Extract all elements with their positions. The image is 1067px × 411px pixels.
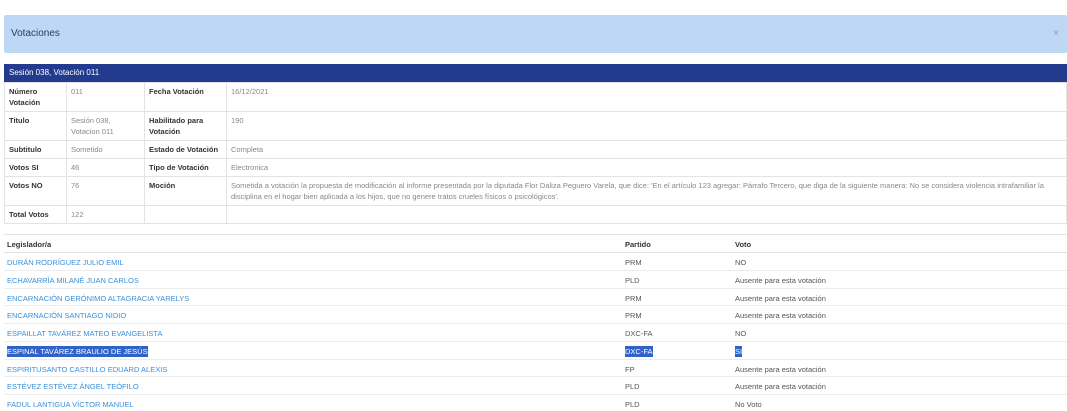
session-title: Sesión 038, Votación 011 [9, 68, 100, 77]
header-legislador[interactable]: Legislador/a [7, 240, 51, 249]
tipo-value: Electronica [226, 158, 1067, 177]
table-row[interactable]: ENCARNACIÓN GERÓNIMO ALTAGRACIA YARELYS P… [4, 289, 1067, 307]
habilitado-label: Habilitado para Votación [144, 111, 227, 141]
party-cell: PRM [625, 311, 642, 321]
numero-value: 011 [66, 82, 145, 112]
table-row[interactable]: ESPAILLAT TAVÁREZ MATEO EVANGELISTA DXC-F… [4, 324, 1067, 342]
party-cell: PLD [625, 275, 640, 285]
close-icon[interactable]: × [1053, 28, 1059, 39]
session-bar: Sesión 038, Votación 011 [4, 64, 1067, 82]
party-cell: DXC-FA [625, 329, 653, 338]
fecha-value: 16/12/2021 [226, 82, 1067, 112]
votos-no-value: 76 [66, 176, 145, 206]
table-row[interactable]: DURÁN RODRÍGUEZ JULIO EMIL PRM NO [4, 253, 1067, 271]
vote-cell: NO [735, 258, 747, 267]
estado-value: Completa [226, 140, 1067, 159]
table-row[interactable]: FADUL LANTIGUA VÍCTOR MANUEL PLD No Voto [4, 395, 1067, 411]
vote-cell: NO [735, 329, 747, 338]
modal-title: Votaciones [11, 28, 60, 39]
legislator-link[interactable]: ESTÉVEZ ESTÉVEZ ÁNGEL TEÓFILO [7, 382, 139, 391]
titulo-value: Sesión 038, Votacion 011 [66, 111, 145, 141]
party-cell: PRM [625, 293, 642, 303]
info-row: Subtitulo Sometido Estado de Votación Co… [4, 140, 1067, 159]
numero-label: Número Votación [4, 82, 67, 112]
legislator-link[interactable]: ECHAVARRÍA MILANÉ JUAN CARLOS [7, 276, 139, 285]
party-cell: FP [625, 364, 635, 374]
legislator-link[interactable]: ESPIRITUSANTO CASTILLO EDUARD ALEXIS [7, 365, 167, 374]
legislator-link[interactable]: FADUL LANTIGUA VÍCTOR MANUEL [7, 400, 134, 409]
party-cell: PLD [625, 382, 640, 392]
party-cell: PRM [625, 258, 642, 267]
votos-no-label: Votos NO [4, 176, 67, 206]
vote-info-table: Número Votación 011 Fecha Votación 16/12… [4, 82, 1067, 224]
vote-cell: Ausente para esta votación [735, 311, 826, 321]
vote-cell: Ausente para esta votación [735, 382, 826, 392]
tipo-label: Tipo de Votación [144, 158, 227, 177]
subtitulo-value: Sometido [66, 140, 145, 159]
table-row[interactable]: ESTÉVEZ ESTÉVEZ ÁNGEL TEÓFILO PLD Ausente … [4, 377, 1067, 395]
table-row[interactable]: ENCARNACIÓN SANTIAGO NIDIO PRM Ausente par… [4, 306, 1067, 324]
party-cell: PLD [625, 400, 640, 409]
votos-si-label: Votos SI [4, 158, 67, 177]
legislator-link[interactable]: ENCARNACIÓN GERÓNIMO ALTAGRACIA YARELYS [7, 294, 189, 303]
legislator-link[interactable]: ESPINAL TAVÁREZ BRAULIO DE JESÚS [7, 345, 148, 357]
table-row[interactable]: ESPINAL TAVÁREZ BRAULIO DE JESÚS DXC-FA SI [4, 342, 1067, 360]
votos-si-value: 46 [66, 158, 145, 177]
empty-cell [226, 205, 1067, 224]
estado-label: Estado de Votación [144, 140, 227, 159]
vote-cell: Ausente para esta votación [735, 275, 826, 285]
info-row: Votos SI 46 Tipo de Votación Electronica [4, 158, 1067, 177]
legislator-link[interactable]: ESPAILLAT TAVÁREZ MATEO EVANGELISTA [7, 329, 162, 338]
mocion-label: Moción [144, 176, 227, 206]
table-row[interactable]: ECHAVARRÍA MILANÉ JUAN CARLOS PLD Ausente … [4, 271, 1067, 289]
info-row: Titulo Sesión 038, Votacion 011 Habilita… [4, 111, 1067, 141]
header-voto[interactable]: Voto [735, 240, 751, 249]
vote-cell: No Voto [735, 400, 762, 409]
mocion-value: Sometida a votación la propuesta de modi… [226, 176, 1067, 206]
votes-table: Legislador/a Partido Voto DURÁN RODRÍGUE… [4, 234, 1067, 411]
total-label: Total Votos [4, 205, 67, 224]
modal-header: Votaciones × [4, 15, 1067, 53]
subtitulo-label: Subtitulo [4, 140, 67, 159]
vote-cell: SI [735, 345, 743, 357]
legislator-link[interactable]: DURÁN RODRÍGUEZ JULIO EMIL [7, 258, 124, 267]
habilitado-value: 190 [226, 111, 1067, 141]
legislator-link[interactable]: ENCARNACIÓN SANTIAGO NIDIO [7, 311, 126, 320]
party-cell: DXC-FA [625, 345, 653, 357]
info-row: Total Votos 122 [4, 205, 1067, 224]
empty-cell [144, 205, 227, 224]
votes-header: Legislador/a Partido Voto [4, 234, 1067, 253]
header-partido[interactable]: Partido [625, 240, 651, 249]
info-row: Número Votación 011 Fecha Votación 16/12… [4, 82, 1067, 112]
fecha-label: Fecha Votación [144, 82, 227, 112]
votes-body: DURÁN RODRÍGUEZ JULIO EMIL PRM NO ECHAVARRÍ… [4, 253, 1067, 411]
table-row[interactable]: ESPIRITUSANTO CASTILLO EDUARD ALEXIS FP Au… [4, 360, 1067, 378]
total-value: 122 [66, 205, 145, 224]
vote-cell: Ausente para esta votación [735, 364, 826, 374]
info-row: Votos NO 76 Moción Sometida a votación l… [4, 176, 1067, 206]
titulo-label: Titulo [4, 111, 67, 141]
vote-cell: Ausente para esta votación [735, 293, 826, 303]
